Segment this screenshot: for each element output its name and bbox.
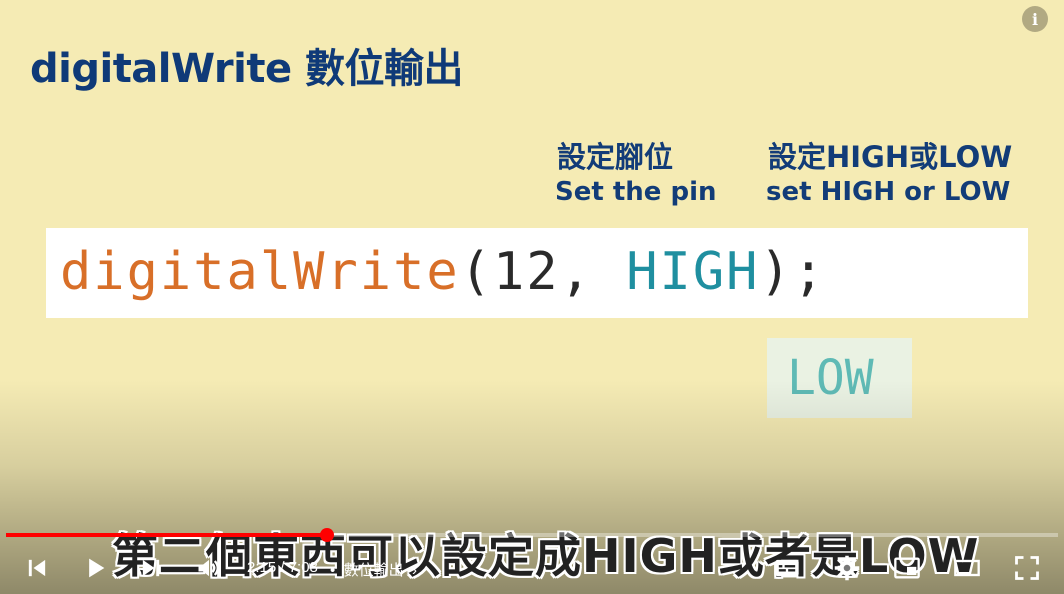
fullscreen-icon[interactable]: [1012, 553, 1042, 583]
value-label-zh: 設定HIGH或LOW: [768, 140, 1013, 174]
progress-played: [6, 533, 327, 537]
theater-icon[interactable]: [952, 553, 982, 583]
code-arg-value: HIGH: [626, 242, 760, 302]
slide-title: digitalWrite 數位輸出: [30, 46, 464, 92]
play-icon[interactable]: [80, 553, 110, 583]
info-icon[interactable]: i: [1022, 6, 1048, 32]
time-display: 2:15 / 7:08: [247, 559, 318, 576]
code-function: digitalWrite: [60, 242, 460, 302]
chapter-separator: •: [330, 562, 336, 579]
code-line: digitalWrite(12, HIGH);: [60, 242, 826, 302]
code-args-close: );: [759, 242, 827, 302]
chapter-label: 數位輸出: [343, 562, 404, 579]
progress-bar[interactable]: [6, 528, 1058, 542]
code-args-open: (12,: [459, 242, 627, 302]
pin-label-zh: 設定腳位: [557, 140, 674, 174]
settings-icon[interactable]: [832, 553, 862, 583]
volume-icon[interactable]: [194, 553, 224, 583]
pin-label-en: Set the pin: [555, 177, 717, 207]
subtitles-icon[interactable]: [772, 553, 802, 583]
player-controls: 2:15 / 7:08 • 數位輸出 ›: [0, 545, 1064, 591]
progress-scrubber[interactable]: [319, 528, 334, 542]
value-label-en: set HIGH or LOW: [766, 177, 1011, 207]
next-icon[interactable]: [136, 553, 166, 583]
chapter-title[interactable]: • 數位輸出 ›: [330, 559, 417, 580]
chevron-right-icon: ›: [411, 562, 417, 579]
previous-icon[interactable]: [22, 553, 52, 583]
miniplayer-icon[interactable]: [892, 553, 922, 583]
code-line-box: digitalWrite(12, HIGH);: [46, 228, 1028, 318]
